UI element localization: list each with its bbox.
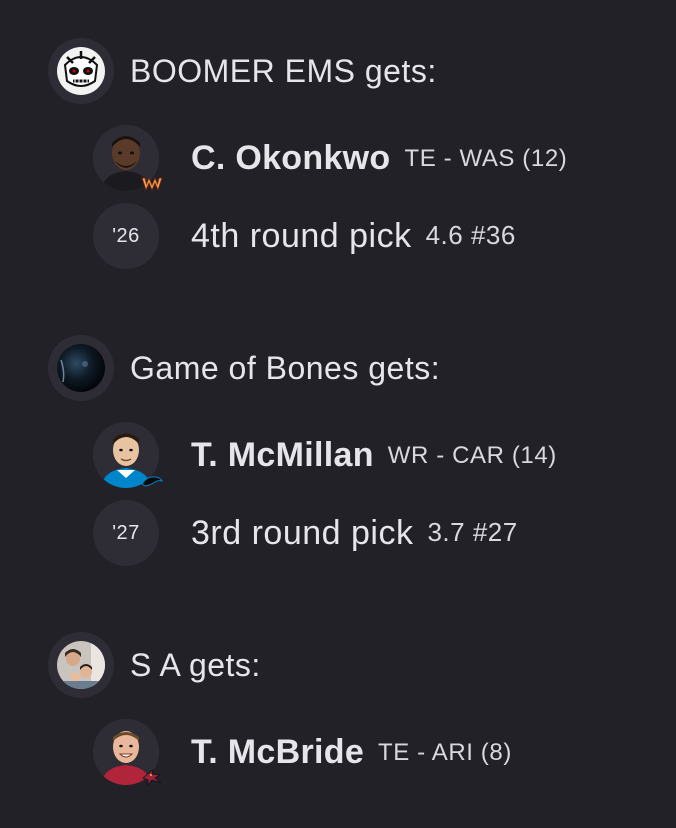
team-header[interactable]: S A gets: bbox=[48, 632, 261, 698]
pick-year-badge: '26 bbox=[93, 203, 159, 269]
panthers-icon bbox=[141, 476, 163, 487]
asset-player-row[interactable]: T. McBride TE - ARI (8) bbox=[93, 719, 512, 787]
team-name: BOOMER EMS gets: bbox=[130, 52, 437, 89]
team-name: Game of Bones gets: bbox=[130, 349, 441, 386]
asset-player-row[interactable]: C. Okonkwo TE - WAS (12) bbox=[93, 125, 568, 192]
player-position-team: TE - ARI (8) bbox=[378, 739, 512, 766]
player-name: T. McBride bbox=[191, 732, 365, 771]
team-header[interactable]: Game of Bones gets: bbox=[48, 335, 440, 401]
asset-pick-row[interactable]: '27 3rd round pick 3.7 #27 bbox=[93, 500, 518, 566]
pick-label: 4th round pick bbox=[191, 216, 412, 255]
pick-label: 3rd round pick bbox=[191, 513, 414, 552]
pick-slot: 4.6 #36 bbox=[425, 219, 516, 250]
team-header[interactable]: BOOMER EMS gets: bbox=[48, 38, 437, 104]
family-photo-icon[interactable] bbox=[48, 632, 114, 698]
player-avatar[interactable] bbox=[93, 125, 163, 192]
skull-mascot-icon[interactable] bbox=[48, 38, 114, 104]
pick-slot: 3.7 #27 bbox=[427, 516, 518, 547]
dark-globe-icon[interactable] bbox=[48, 335, 114, 401]
player-avatar[interactable] bbox=[93, 422, 163, 488]
player-position-team: TE - WAS (12) bbox=[404, 145, 568, 172]
commanders-w-icon bbox=[141, 176, 163, 192]
asset-pick-row[interactable]: '26 4th round pick 4.6 #36 bbox=[93, 203, 516, 269]
player-avatar[interactable] bbox=[93, 719, 162, 787]
player-name: C. Okonkwo bbox=[191, 138, 391, 177]
asset-player-row[interactable]: T. McMillan WR - CAR (14) bbox=[93, 422, 557, 488]
team-name: S A gets: bbox=[130, 646, 261, 683]
player-position-team: WR - CAR (14) bbox=[387, 442, 557, 469]
pick-year-badge: '27 bbox=[93, 500, 159, 566]
cardinals-icon bbox=[142, 769, 162, 787]
player-name: T. McMillan bbox=[191, 435, 374, 474]
